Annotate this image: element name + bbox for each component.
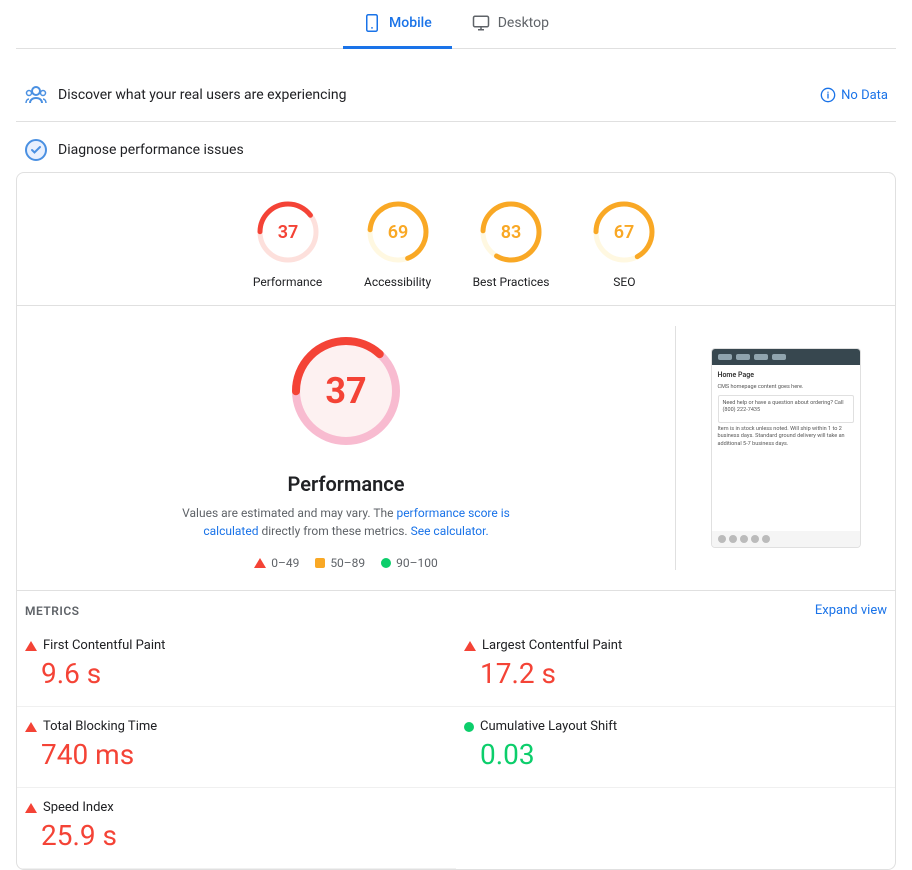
real-users-banner: Discover what your real users are experi… (16, 69, 896, 122)
metric-tbt: Total Blocking Time 740 ms (17, 707, 456, 788)
fcp-name: First Contentful Paint (43, 638, 165, 653)
fcp-indicator (25, 641, 37, 651)
legend-average-icon (315, 558, 325, 568)
tab-mobile[interactable]: Mobile (343, 0, 452, 49)
legend-good-icon (381, 558, 391, 568)
metric-fcp: First Contentful Paint 9.6 s (17, 626, 456, 707)
si-value: 25.9 s (41, 819, 448, 852)
tab-desktop-label: Desktop (498, 15, 549, 31)
legend-poor-range: 0–49 (271, 556, 299, 570)
calculator-link[interactable]: See calculator. (411, 524, 489, 538)
fcp-value: 9.6 s (41, 657, 448, 690)
metrics-grid: First Contentful Paint 9.6 s Largest Con… (17, 626, 895, 869)
metrics-label: METRICS (25, 604, 80, 618)
tbt-name: Total Blocking Time (43, 719, 157, 734)
tabs-bar: Mobile Desktop (16, 0, 896, 49)
large-gauge-number: 37 (325, 370, 366, 412)
desktop-icon (472, 14, 490, 32)
lcp-value: 17.2 s (480, 657, 887, 690)
large-gauge: 37 (281, 326, 411, 456)
gauge-row: 37 Performance 69 Accessibility 83 (17, 173, 895, 306)
score-card: 37 Performance 69 Accessibility 83 (16, 172, 896, 870)
gauge-seo[interactable]: 67 SEO (589, 197, 659, 289)
banner-left: Discover what your real users are experi… (24, 83, 346, 107)
cls-value: 0.03 (480, 738, 887, 771)
tbt-indicator (25, 722, 37, 732)
perf-left: 37 Performance Values are estimated and … (37, 326, 655, 570)
perf-title: Performance (288, 472, 405, 496)
gauge-performance-label: Performance (253, 275, 322, 289)
lcp-name: Largest Contentful Paint (482, 638, 622, 653)
diagnose-title: Diagnose performance issues (58, 142, 244, 158)
perf-right: Home Page CMS homepage content goes here… (675, 326, 875, 570)
cls-name: Cumulative Layout Shift (480, 719, 617, 734)
svg-text:37: 37 (277, 222, 298, 243)
expand-link[interactable]: Expand view (815, 603, 887, 618)
lcp-indicator (464, 641, 476, 651)
legend-poor: 0–49 (254, 556, 299, 570)
gauge-seo-svg: 67 (589, 197, 659, 267)
gauge-best-practices-svg: 83 (476, 197, 546, 267)
tab-desktop[interactable]: Desktop (452, 0, 569, 49)
preview-content: Home Page CMS homepage content goes here… (712, 365, 860, 531)
real-users-title: Discover what your real users are experi… (58, 87, 346, 103)
gauge-performance-svg: 37 (253, 197, 323, 267)
preview-footer (712, 531, 860, 547)
metric-lcp: Largest Contentful Paint 17.2 s (456, 626, 895, 707)
gauge-seo-label: SEO (613, 275, 635, 289)
preview-box-text: Need help or have a question about order… (723, 400, 849, 414)
cls-indicator (464, 722, 474, 732)
metric-cls: Cumulative Layout Shift 0.03 (456, 707, 895, 788)
svg-text:i: i (827, 90, 829, 101)
metric-si: Speed Index 25.9 s (17, 788, 456, 869)
tbt-value: 740 ms (41, 738, 448, 771)
no-data-link[interactable]: i No Data (820, 87, 888, 103)
si-indicator (25, 803, 37, 813)
legend-poor-icon (254, 558, 266, 568)
preview-header (712, 349, 860, 365)
diagnose-section: Diagnose performance issues (16, 122, 896, 172)
users-icon (24, 83, 48, 107)
si-name: Speed Index (43, 800, 114, 815)
gauge-accessibility-svg: 69 (363, 197, 433, 267)
legend-good: 90–100 (381, 556, 438, 570)
gauge-accessibility-label: Accessibility (364, 275, 431, 289)
site-preview: Home Page CMS homepage content goes here… (711, 348, 861, 548)
tab-mobile-label: Mobile (389, 15, 432, 31)
diagnose-icon (24, 138, 48, 162)
svg-text:67: 67 (614, 222, 635, 243)
info-icon: i (820, 87, 836, 103)
gauge-accessibility[interactable]: 69 Accessibility (363, 197, 433, 289)
no-data-label: No Data (841, 88, 888, 103)
legend-average-range: 50–89 (330, 556, 365, 570)
perf-detail: 37 Performance Values are estimated and … (17, 306, 895, 590)
preview-page-title: Home Page (718, 371, 854, 381)
mobile-icon (363, 14, 381, 32)
preview-subtitle: CMS homepage content goes here. (718, 384, 854, 391)
metrics-header: METRICS Expand view (17, 591, 895, 626)
svg-text:83: 83 (501, 222, 522, 243)
legend-row: 0–49 50–89 90–100 (254, 556, 438, 570)
perf-desc: Values are estimated and may vary. The p… (166, 504, 526, 540)
legend-good-range: 90–100 (396, 556, 438, 570)
preview-box: Need help or have a question about order… (718, 395, 854, 423)
gauge-best-practices-label: Best Practices (473, 275, 550, 289)
preview-body-text: Item is in stock unless noted. Will ship… (718, 426, 854, 447)
svg-text:69: 69 (387, 222, 408, 243)
legend-average: 50–89 (315, 556, 365, 570)
gauge-performance[interactable]: 37 Performance (253, 197, 323, 289)
gauge-best-practices[interactable]: 83 Best Practices (473, 197, 550, 289)
